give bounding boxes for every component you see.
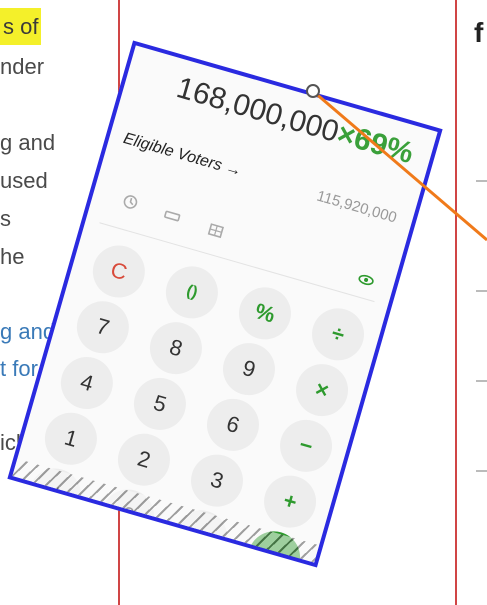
plus-button[interactable]: + (257, 469, 323, 534)
expression-number: 168,000,000 (173, 71, 343, 149)
digit-7-button[interactable]: 7 (70, 295, 136, 360)
digit-9-button[interactable]: 9 (216, 336, 282, 402)
digit-3-button[interactable]: 3 (184, 448, 250, 513)
digit-4-button[interactable]: 4 (54, 350, 120, 416)
bg-line-highlighted: s of (0, 8, 42, 45)
parentheses-button[interactable]: () (159, 260, 225, 325)
eye-icon[interactable] (356, 270, 376, 290)
percent-button[interactable]: % (232, 281, 298, 346)
pointer-anchor-icon (306, 84, 320, 98)
ruler-icon[interactable] (162, 206, 182, 226)
digit-2-button[interactable]: 2 (111, 427, 177, 492)
calculator-window: 168,000,000×69% Eligible Voters → 115,92… (7, 40, 443, 568)
history-icon[interactable] (121, 192, 141, 212)
grid-icon[interactable] (206, 221, 226, 241)
margin-line-right (455, 0, 457, 605)
expression-operator: ×69% (333, 117, 418, 171)
calculator-result: 115,920,000 (314, 187, 399, 227)
bg-line: nder (0, 54, 45, 79)
divide-button[interactable]: ÷ (305, 302, 371, 367)
bg-line: used (0, 168, 48, 193)
bg-line: g and (0, 130, 56, 155)
eligible-voters-label: Eligible Voters → (121, 130, 244, 181)
right-column-divider (476, 180, 487, 182)
right-column-divider (476, 380, 487, 382)
digit-6-button[interactable]: 6 (200, 392, 266, 458)
bg-link[interactable]: t for (0, 350, 38, 387)
right-column-divider (476, 470, 487, 472)
digit-8-button[interactable]: 8 (143, 316, 209, 381)
clear-button[interactable]: C (86, 239, 152, 304)
right-column-text: f (474, 17, 484, 48)
bg-line: he (0, 244, 25, 269)
bg-line: s (0, 206, 11, 231)
digit-5-button[interactable]: 5 (127, 371, 193, 437)
digit-1-button[interactable]: 1 (38, 406, 104, 471)
multiply-button[interactable]: × (289, 357, 355, 423)
right-column-divider (476, 290, 487, 292)
minus-button[interactable]: − (273, 413, 339, 478)
